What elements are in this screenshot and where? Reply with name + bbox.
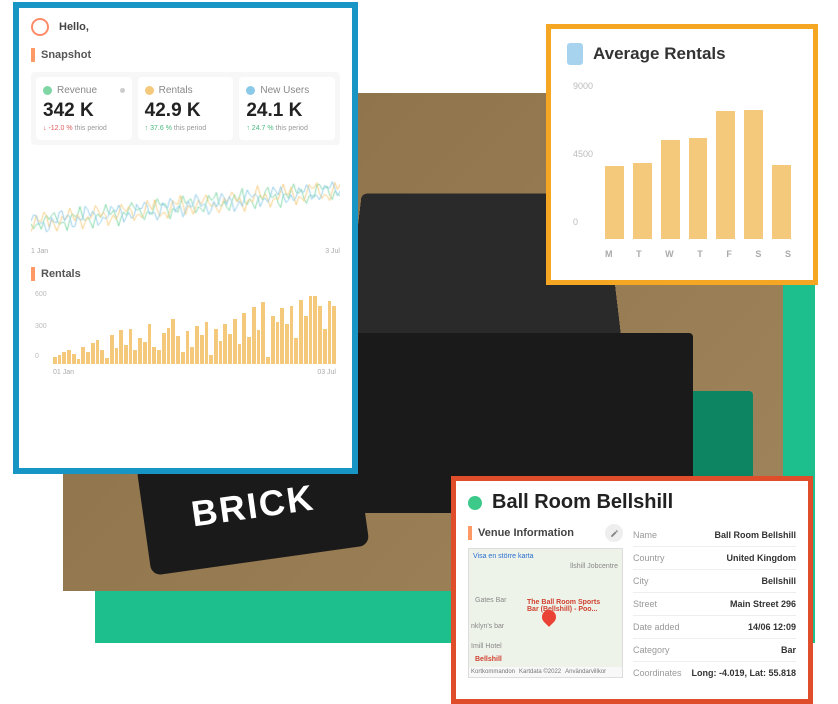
average-rentals-title: Average Rentals [593,44,726,64]
map-expand-link[interactable]: Visa en större karta [473,553,534,560]
dashboard-card: Hello, Snapshot Revenue 342 K ↓ -12.0 % … [13,2,358,474]
info-row: CoordinatesLong: -4.019, Lat: 55.818 [633,662,796,684]
info-row: NameBall Room Bellshill [633,524,796,547]
metric-row: Revenue 342 K ↓ -12.0 % this period Rent… [31,72,340,145]
average-rentals-chart: 9000 4500 0 MTWTFSS [567,81,797,259]
average-rentals-card: Average Rentals 9000 4500 0 MTWTFSS [546,24,818,285]
info-row: CountryUnited Kingdom [633,547,796,570]
info-icon[interactable] [120,88,125,93]
metric-new-users[interactable]: New Users 24.1 K ↑ 24.7 % this period [239,77,335,140]
snapshot-trend-chart [31,151,340,246]
rentals-daily-chart: 600 300 0 01 Jan03 Jul [31,291,340,376]
avatar[interactable] [31,18,49,36]
info-row: Date added14/06 12:09 [633,616,796,639]
greeting-text: Hello, [59,21,89,33]
pencil-icon [610,529,619,538]
snapshot-heading: Snapshot [31,48,340,62]
metric-revenue[interactable]: Revenue 342 K ↓ -12.0 % this period [36,77,132,140]
info-row: CategoryBar [633,639,796,662]
venue-card: Ball Room Bellshill Venue Information Vi… [451,476,813,704]
rentals-heading: Rentals [31,267,340,281]
brand-logo: BRICK [189,477,318,536]
metric-rentals[interactable]: Rentals 42.9 K ↑ 37.6 % this period [138,77,234,140]
greeting: Hello, [31,18,340,36]
edit-button[interactable] [605,524,623,542]
status-dot-icon [468,496,482,510]
venue-info-heading: Venue Information [478,527,574,539]
chart-swatch-icon [567,43,583,65]
venue-map[interactable]: Visa en större karta llshill Jobcentre G… [468,548,623,678]
info-row: CityBellshill [633,570,796,593]
venue-title: Ball Room Bellshill [492,491,673,514]
info-row: StreetMain Street 296 [633,593,796,616]
